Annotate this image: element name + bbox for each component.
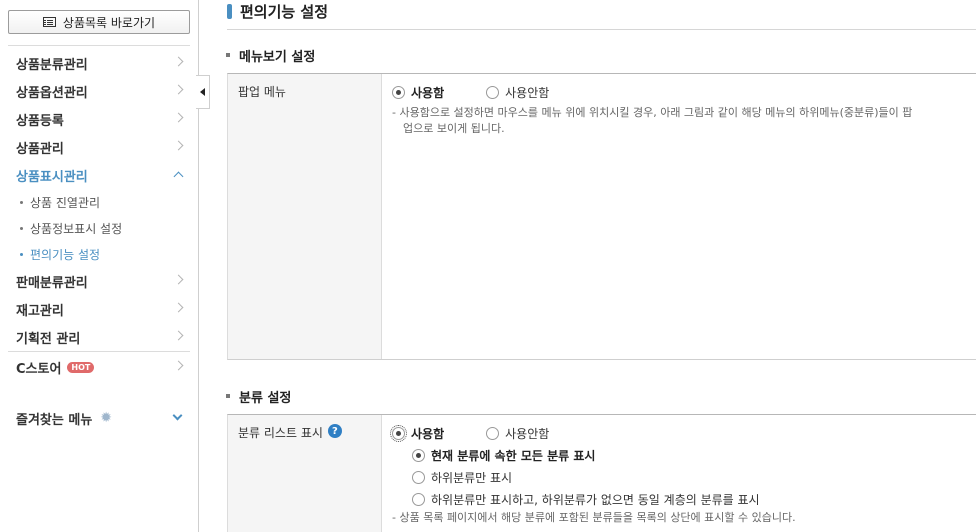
category-use-option[interactable]: 사용함	[390, 424, 445, 442]
favorites-menu[interactable]: 즐겨찾는 메뉴 ✹	[0, 404, 198, 432]
divider	[227, 29, 976, 30]
chevron-right-icon	[173, 360, 184, 371]
product-list-shortcut-label: 상품목록 바로가기	[62, 15, 156, 30]
sidebar-item-product-register[interactable]: 상품등록	[0, 105, 198, 133]
sidebar-item-label: 상품분류관리	[16, 57, 88, 73]
sidebar-item-label: 재고관리	[16, 303, 64, 319]
suboption-siblings-radio[interactable]	[412, 492, 425, 506]
sidebar-collapse-toggle[interactable]	[196, 75, 210, 109]
sidebar-item-label: 상품등록	[16, 113, 64, 129]
suboption-children-only[interactable]: 하위분류만 표시	[412, 468, 976, 486]
sidebar-subitem-label: 편의기능 설정	[30, 247, 101, 262]
suboption-all-categories[interactable]: 현재 분류에 속한 모든 분류 표시	[412, 446, 976, 464]
note-line: - 상품 목록 페이지에서 해당 분류에 포함된 분류들을 목록의 상단에 표시…	[392, 511, 796, 524]
caret-left-icon	[200, 88, 205, 96]
sidebar-item-product-mgmt[interactable]: 상품관리	[0, 133, 198, 161]
option-label: 사용함	[411, 426, 445, 441]
square-bullet-icon	[226, 53, 230, 57]
option-label: 사용함	[411, 85, 445, 100]
popup-menu-options: 사용함 사용안함 - 사용함으로 설정하면 마우스를 메뉴 위에 위치시킬 경우…	[383, 74, 976, 359]
category-use-radio[interactable]	[390, 424, 407, 442]
sidebar-item-label: C스토어	[16, 361, 62, 377]
chevron-right-icon	[173, 140, 184, 151]
sidebar-item-c-store[interactable]: C스토어 HOT	[0, 353, 198, 381]
bullet-icon	[20, 200, 23, 204]
help-icon[interactable]: ?	[327, 424, 342, 438]
product-list-shortcut-button[interactable]: 상품목록 바로가기	[8, 10, 190, 34]
sidebar-subitem-convenience[interactable]: 편의기능 설정	[20, 243, 100, 265]
popup-menu-note: - 사용함으로 설정하면 마우스를 메뉴 위에 위치시킬 경우, 아래 그림과 …	[392, 105, 976, 137]
sidebar-subitem-info-display[interactable]: 상품정보표시 설정	[20, 217, 122, 239]
sidebar-item-label: 상품표시관리	[16, 169, 88, 185]
row-label-text: 분류 리스트 표시	[238, 426, 323, 440]
sidebar-item-promotion[interactable]: 기획전 관리	[0, 323, 198, 351]
bullet-icon	[20, 226, 23, 230]
row-label-category-list: 분류 리스트 표시 ?	[228, 415, 382, 532]
sidebar-item-category-mgmt[interactable]: 상품분류관리	[0, 49, 198, 77]
popup-nouse-option[interactable]: 사용안함	[486, 84, 549, 101]
title-bar-icon	[227, 3, 232, 19]
bullet-icon	[20, 252, 23, 256]
divider	[8, 351, 190, 352]
chevron-right-icon	[173, 84, 184, 95]
suboption-children-or-siblings[interactable]: 하위분류만 표시하고, 하위분류가 없으면 동일 계층의 분류를 표시	[412, 490, 976, 508]
sidebar-subitem-label: 상품정보표시 설정	[30, 221, 123, 236]
gear-icon[interactable]: ✹	[100, 410, 112, 426]
hot-badge: HOT	[67, 361, 95, 373]
page-title-text: 편의기능 설정	[240, 2, 329, 21]
sidebar-item-inventory[interactable]: 재고관리	[0, 295, 198, 323]
chevron-right-icon	[173, 56, 184, 67]
sidebar-subitem-display-arrangement[interactable]: 상품 진열관리	[20, 191, 100, 213]
sidebar-item-sales-category[interactable]: 판매분류관리	[0, 267, 198, 295]
popup-use-radio[interactable]	[392, 85, 405, 99]
sidebar-item-display-mgmt[interactable]: 상품표시관리	[0, 161, 198, 189]
sidebar-subitem-label: 상품 진열관리	[30, 195, 101, 210]
sidebar-item-option-mgmt[interactable]: 상품옵션관리	[0, 77, 198, 105]
section-title-text: 분류 설정	[239, 390, 292, 406]
chevron-down-icon	[172, 410, 183, 421]
popup-nouse-radio[interactable]	[486, 85, 500, 99]
sidebar-item-label: 상품관리	[16, 141, 64, 157]
sidebar-item-label: 기획전 관리	[16, 331, 81, 347]
sidebar-item-label: 상품옵션관리	[16, 85, 88, 101]
row-label-popup-menu: 팝업 메뉴	[228, 74, 382, 359]
suboption-all-radio[interactable]	[412, 448, 425, 462]
favorites-label: 즐겨찾는 메뉴	[16, 412, 93, 428]
category-settings-table: 분류 리스트 표시 ? 사용함 사용안함 현재 분류에 속한 모든 분류 표시	[227, 414, 976, 532]
chevron-right-icon	[173, 274, 184, 285]
divider	[8, 45, 190, 46]
section-title-menu-view: 메뉴보기 설정	[226, 46, 316, 65]
option-label: 하위분류만 표시	[431, 470, 513, 485]
note-line: 업으로 보이게 됩니다.	[403, 122, 505, 135]
suboption-children-radio[interactable]	[412, 470, 425, 484]
list-icon	[42, 17, 56, 27]
option-label: 현재 분류에 속한 모든 분류 표시	[431, 448, 596, 463]
option-label: 사용안함	[505, 85, 550, 100]
sidebar-item-label: 판매분류관리	[16, 275, 88, 291]
category-list-note: - 상품 목록 페이지에서 해당 분류에 포함된 분류들을 목록의 상단에 표시…	[392, 510, 976, 526]
chevron-right-icon	[173, 112, 184, 123]
sidebar: 상품목록 바로가기 상품분류관리 상품옵션관리 상품등록 상품관리 상품표시관리…	[0, 0, 199, 532]
note-line: - 사용함으로 설정하면 마우스를 메뉴 위에 위치시킬 경우, 아래 그림과 …	[392, 106, 913, 119]
category-list-options: 사용함 사용안함 현재 분류에 속한 모든 분류 표시 하위분류만 표시 하위분…	[383, 415, 976, 532]
square-bullet-icon	[226, 394, 230, 398]
page-title: 편의기능 설정	[227, 0, 328, 22]
popup-use-option[interactable]: 사용함	[392, 84, 444, 101]
chevron-right-icon	[173, 330, 184, 341]
option-label: 하위분류만 표시하고, 하위분류가 없으면 동일 계층의 분류를 표시	[431, 492, 760, 507]
row-label-text: 팝업 메뉴	[238, 85, 286, 99]
menu-settings-table: 팝업 메뉴 사용함 사용안함 - 사용함으로 설정하면 마우스를 메뉴 위에 위…	[227, 73, 976, 360]
category-nouse-option[interactable]: 사용안함	[486, 425, 549, 442]
chevron-up-icon	[173, 171, 184, 182]
main-content: 편의기능 설정 메뉴보기 설정 팝업 메뉴 사용함 사용안함 - 사용함으로 설…	[210, 0, 976, 532]
option-label: 사용안함	[505, 426, 550, 441]
section-title-category: 분류 설정	[226, 387, 292, 406]
section-title-text: 메뉴보기 설정	[239, 49, 316, 65]
category-nouse-radio[interactable]	[486, 426, 500, 440]
chevron-right-icon	[173, 302, 184, 313]
